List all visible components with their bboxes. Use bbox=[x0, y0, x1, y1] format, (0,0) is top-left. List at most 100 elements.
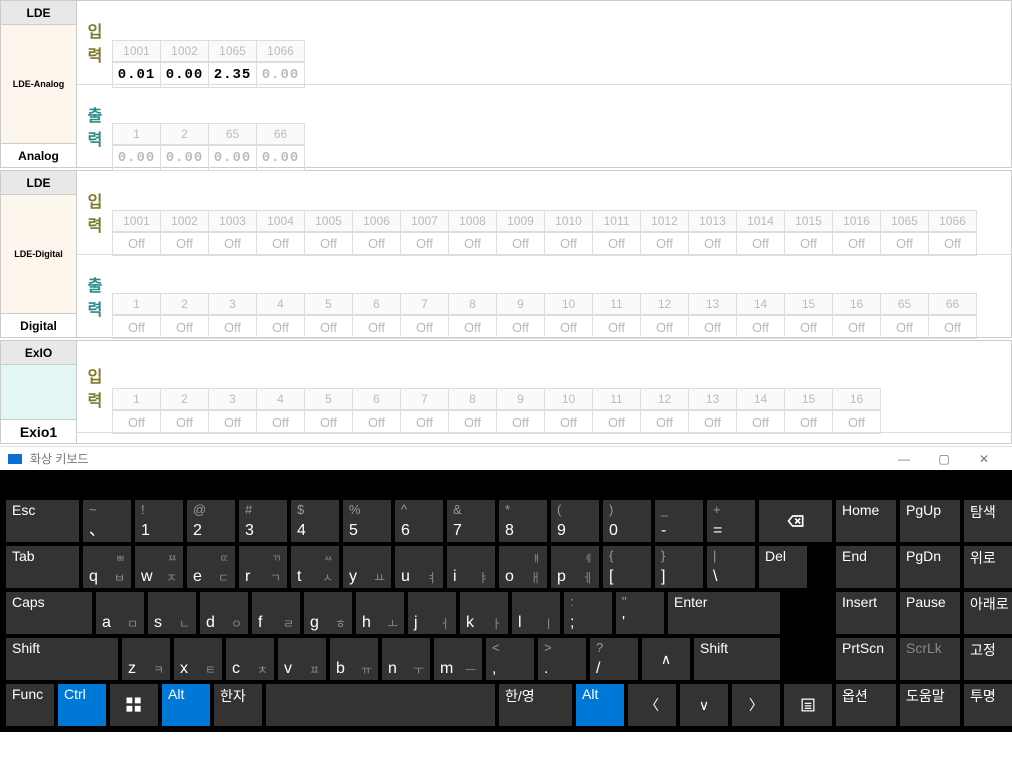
io-value-cell[interactable]: Off bbox=[304, 410, 353, 434]
minimize-button[interactable]: — bbox=[884, 447, 924, 471]
io-value-cell[interactable]: Off bbox=[496, 315, 545, 339]
key-b[interactable]: bㅠ bbox=[330, 638, 378, 680]
key-q[interactable]: qㅃㅂ bbox=[83, 546, 131, 588]
key-Func[interactable]: Func bbox=[6, 684, 54, 726]
key-5[interactable]: %5 bbox=[343, 500, 391, 542]
key-ScrLk[interactable]: ScrLk bbox=[900, 638, 960, 680]
io-value-cell[interactable]: Off bbox=[208, 410, 257, 434]
key-Tab[interactable]: Tab bbox=[6, 546, 79, 588]
key-、[interactable]: ~、 bbox=[83, 500, 131, 542]
io-value-cell[interactable]: Off bbox=[640, 410, 689, 434]
io-value-cell[interactable]: Off bbox=[640, 232, 689, 256]
io-value-cell[interactable]: Off bbox=[160, 232, 209, 256]
io-value-cell[interactable]: Off bbox=[352, 410, 401, 434]
key-도움말[interactable]: 도움말 bbox=[900, 684, 960, 726]
key-d[interactable]: dㅇ bbox=[200, 592, 248, 634]
io-value-cell[interactable]: Off bbox=[256, 315, 305, 339]
io-value-cell[interactable]: Off bbox=[160, 410, 209, 434]
key-w[interactable]: wㅉㅈ bbox=[135, 546, 183, 588]
io-value-cell[interactable]: Off bbox=[736, 232, 785, 256]
close-button[interactable]: ✕ bbox=[964, 447, 1004, 471]
key-End[interactable]: End bbox=[836, 546, 896, 588]
key-c[interactable]: cㅊ bbox=[226, 638, 274, 680]
key-옵션[interactable]: 옵션 bbox=[836, 684, 896, 726]
key-Ctrl[interactable]: Ctrl bbox=[58, 684, 106, 726]
key-8[interactable]: *8 bbox=[499, 500, 547, 542]
io-value-cell[interactable]: Off bbox=[208, 315, 257, 339]
key-1[interactable]: !1 bbox=[135, 500, 183, 542]
key-Shift[interactable]: Shift bbox=[6, 638, 118, 680]
key-s[interactable]: sㄴ bbox=[148, 592, 196, 634]
io-value-cell[interactable]: Off bbox=[496, 232, 545, 256]
key-∨[interactable]: ∨ bbox=[680, 684, 728, 726]
menu-key[interactable] bbox=[784, 684, 832, 726]
key-한자[interactable]: 한자 bbox=[214, 684, 262, 726]
key-y[interactable]: yㅛ bbox=[343, 546, 391, 588]
io-value-cell[interactable]: Off bbox=[880, 232, 929, 256]
key-;[interactable]: :; bbox=[564, 592, 612, 634]
key-4[interactable]: $4 bbox=[291, 500, 339, 542]
io-value-cell[interactable]: Off bbox=[304, 232, 353, 256]
io-value-cell[interactable]: Off bbox=[208, 232, 257, 256]
io-value-cell[interactable]: Off bbox=[448, 232, 497, 256]
key-f[interactable]: fㄹ bbox=[252, 592, 300, 634]
io-value-cell[interactable]: Off bbox=[784, 410, 833, 434]
io-value-cell[interactable]: Off bbox=[784, 315, 833, 339]
io-value-cell[interactable]: Off bbox=[448, 315, 497, 339]
io-value-cell[interactable]: 0.00 bbox=[256, 145, 305, 171]
key-.[interactable]: >. bbox=[538, 638, 586, 680]
io-value-cell[interactable]: Off bbox=[352, 232, 401, 256]
io-value-cell[interactable]: Off bbox=[736, 410, 785, 434]
io-value-cell[interactable]: Off bbox=[736, 315, 785, 339]
key-〉[interactable]: 〉 bbox=[732, 684, 780, 726]
key-PgUp[interactable]: PgUp bbox=[900, 500, 960, 542]
key-h[interactable]: hㅗ bbox=[356, 592, 404, 634]
key-l[interactable]: lㅣ bbox=[512, 592, 560, 634]
key-0[interactable]: )0 bbox=[603, 500, 651, 542]
key-t[interactable]: tㅆㅅ bbox=[291, 546, 339, 588]
io-value-cell[interactable]: Off bbox=[112, 410, 161, 434]
key-][interactable]: }] bbox=[655, 546, 703, 588]
key-n[interactable]: nㅜ bbox=[382, 638, 430, 680]
key-3[interactable]: #3 bbox=[239, 500, 287, 542]
key-v[interactable]: vㅍ bbox=[278, 638, 326, 680]
io-value-cell[interactable]: Off bbox=[304, 315, 353, 339]
io-value-cell[interactable]: Off bbox=[640, 315, 689, 339]
key-Pause[interactable]: Pause bbox=[900, 592, 960, 634]
key-9[interactable]: (9 bbox=[551, 500, 599, 542]
io-value-cell[interactable]: Off bbox=[592, 315, 641, 339]
key-j[interactable]: jㅓ bbox=[408, 592, 456, 634]
io-value-cell[interactable]: 0.00 bbox=[112, 145, 161, 171]
io-value-cell[interactable]: Off bbox=[448, 410, 497, 434]
key-Caps[interactable]: Caps bbox=[6, 592, 92, 634]
key-∧[interactable]: ∧ bbox=[642, 638, 690, 680]
io-value-cell[interactable]: Off bbox=[544, 232, 593, 256]
key-u[interactable]: uㅕ bbox=[395, 546, 443, 588]
io-value-cell[interactable]: Off bbox=[496, 410, 545, 434]
key-p[interactable]: pㅖㅔ bbox=[551, 546, 599, 588]
key-/[interactable]: ?/ bbox=[590, 638, 638, 680]
io-value-cell[interactable]: Off bbox=[880, 315, 929, 339]
key-r[interactable]: rㄲㄱ bbox=[239, 546, 287, 588]
key-=[interactable]: += bbox=[707, 500, 755, 542]
key-a[interactable]: aㅁ bbox=[96, 592, 144, 634]
io-value-cell[interactable]: Off bbox=[400, 315, 449, 339]
key-위로[interactable]: 위로 bbox=[964, 546, 1012, 588]
key-'[interactable]: "' bbox=[616, 592, 664, 634]
io-value-cell[interactable]: Off bbox=[928, 315, 977, 339]
key-g[interactable]: gㅎ bbox=[304, 592, 352, 634]
key-PrtScn[interactable]: PrtScn bbox=[836, 638, 896, 680]
io-value-cell[interactable]: Off bbox=[352, 315, 401, 339]
key-Insert[interactable]: Insert bbox=[836, 592, 896, 634]
backspace-key[interactable] bbox=[759, 500, 832, 542]
io-value-cell[interactable]: Off bbox=[544, 315, 593, 339]
io-value-cell[interactable]: Off bbox=[160, 315, 209, 339]
io-value-cell[interactable]: Off bbox=[256, 232, 305, 256]
io-value-cell[interactable]: Off bbox=[832, 232, 881, 256]
key-e[interactable]: eㄸㄷ bbox=[187, 546, 235, 588]
key-m[interactable]: mㅡ bbox=[434, 638, 482, 680]
key-PgDn[interactable]: PgDn bbox=[900, 546, 960, 588]
key-Shift[interactable]: Shift bbox=[694, 638, 780, 680]
key-Alt[interactable]: Alt bbox=[576, 684, 624, 726]
io-value-cell[interactable]: Off bbox=[592, 410, 641, 434]
